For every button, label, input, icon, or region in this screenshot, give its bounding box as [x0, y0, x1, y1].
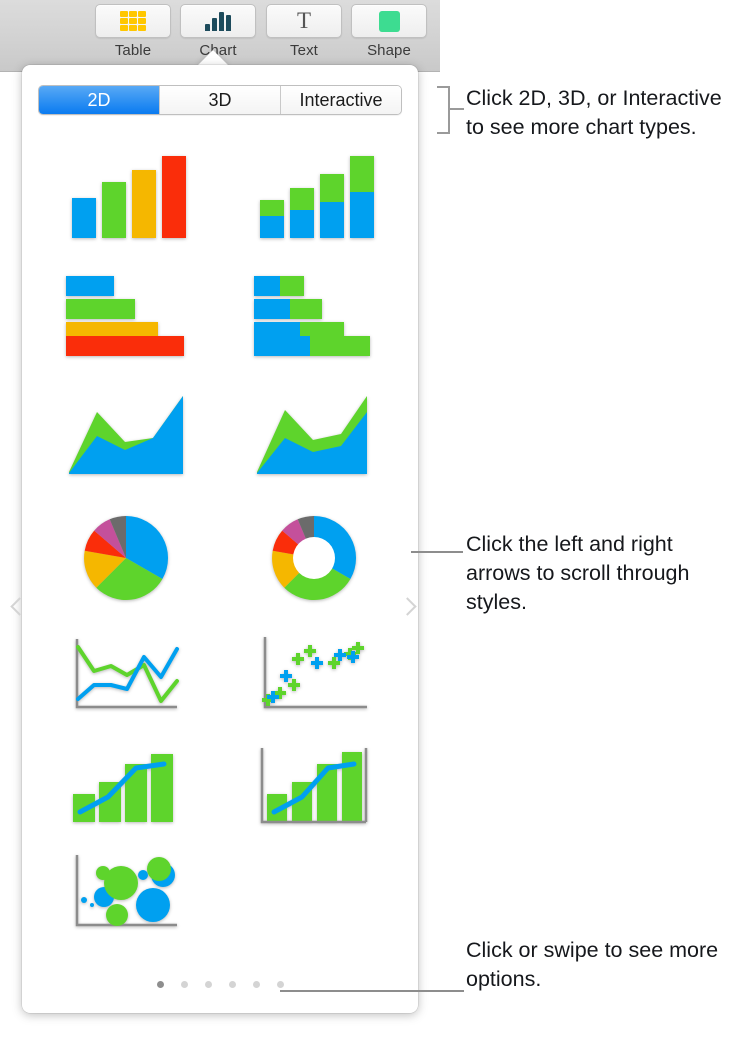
- chevron-left-icon: [9, 596, 29, 616]
- bubble-chart-thumb: [75, 855, 177, 927]
- callout-bracket: [437, 86, 450, 134]
- chart-option-scatter[interactable]: [220, 619, 408, 731]
- page-dot-3[interactable]: [204, 981, 212, 988]
- tab-interactive[interactable]: Interactive: [280, 86, 401, 114]
- chart-option-line[interactable]: [32, 619, 220, 731]
- toolbar-label-text: Text: [290, 42, 318, 59]
- toolbar-label-table: Table: [114, 42, 152, 59]
- column-chart-thumb: [72, 156, 186, 238]
- toolbar-item-shape[interactable]: Shape: [347, 4, 431, 59]
- chart-option-column[interactable]: [32, 133, 220, 255]
- chart-option-stacked-area[interactable]: [220, 375, 408, 497]
- area-chart-thumb: [69, 396, 183, 474]
- callout-bracket-stem: [449, 108, 464, 110]
- donut-chart-thumb: [272, 516, 357, 601]
- chart-dimension-tabs[interactable]: 2D 3D Interactive: [38, 85, 402, 115]
- pie-chart-thumb: [84, 516, 169, 601]
- stacked-area-chart-thumb: [257, 396, 367, 474]
- chart-grid-row: [32, 497, 408, 619]
- chart-grid-row: [32, 731, 408, 841]
- callout-dots-hint: Click or swipe to see more options.: [466, 938, 719, 991]
- shape-button[interactable]: [351, 4, 427, 38]
- chart-grid-row: [32, 133, 408, 255]
- chart-option-empty: [220, 841, 408, 945]
- bar-chart-thumb: [66, 276, 184, 356]
- screenshot-root: Table Chart T Text Shape 2D 3D Interacti…: [0, 0, 742, 1037]
- chart-grid-row: [32, 841, 408, 945]
- chart-option-bubble[interactable]: [32, 841, 220, 945]
- tab-3d[interactable]: 3D: [159, 86, 280, 114]
- chart-option-donut[interactable]: [220, 497, 408, 619]
- text-button[interactable]: T: [266, 4, 342, 38]
- line-chart-thumb: [75, 639, 179, 709]
- page-dot-2[interactable]: [180, 981, 188, 988]
- table-button[interactable]: [95, 4, 171, 38]
- callout-leader-dots: [280, 990, 464, 992]
- toolbar-item-text[interactable]: T Text: [262, 4, 346, 59]
- chart-option-area[interactable]: [32, 375, 220, 497]
- toolbar-item-table[interactable]: Table: [91, 4, 175, 59]
- combo-chart-thumb: [73, 754, 173, 822]
- callout-leader-arrows: [411, 551, 463, 553]
- chart-grid-row: [32, 619, 408, 731]
- chevron-right-icon: [397, 596, 417, 616]
- callout-arrows-hint: Click the left and right arrows to scrol…: [466, 532, 690, 614]
- chart-option-combo[interactable]: [32, 731, 220, 841]
- text-icon: T: [296, 8, 312, 33]
- chart-option-two-axis[interactable]: [220, 731, 408, 841]
- scroll-right-button[interactable]: [394, 586, 420, 626]
- chart-type-grid: [32, 133, 408, 945]
- stacked-column-chart-thumb: [260, 156, 374, 238]
- chart-grid-row: [32, 375, 408, 497]
- page-dot-1[interactable]: [156, 981, 164, 988]
- scatter-chart-thumb: [262, 637, 367, 709]
- tab-2d[interactable]: 2D: [39, 86, 159, 114]
- shape-icon: [378, 10, 400, 32]
- chart-type-popover: 2D 3D Interactive: [9, 65, 420, 1013]
- page-dots[interactable]: [22, 981, 418, 988]
- page-dot-6[interactable]: [276, 981, 284, 988]
- chart-option-stacked-bar[interactable]: [220, 255, 408, 375]
- toolbar-label-shape: Shape: [367, 42, 411, 59]
- chart-icon: [205, 11, 231, 31]
- chart-option-pie[interactable]: [32, 497, 220, 619]
- table-icon: [120, 11, 146, 31]
- stacked-bar-chart-thumb: [254, 276, 370, 356]
- page-dot-4[interactable]: [228, 981, 236, 988]
- scroll-left-button[interactable]: [6, 586, 32, 626]
- chart-option-stacked-column[interactable]: [220, 133, 408, 255]
- chart-option-bar[interactable]: [32, 255, 220, 375]
- callout-tabs-hint: Click 2D, 3D, or Interactive to see more…: [466, 86, 722, 139]
- page-dot-5[interactable]: [252, 981, 260, 988]
- chart-grid-row: [32, 255, 408, 375]
- chart-button[interactable]: [180, 4, 256, 38]
- two-axis-chart-thumb: [260, 748, 368, 824]
